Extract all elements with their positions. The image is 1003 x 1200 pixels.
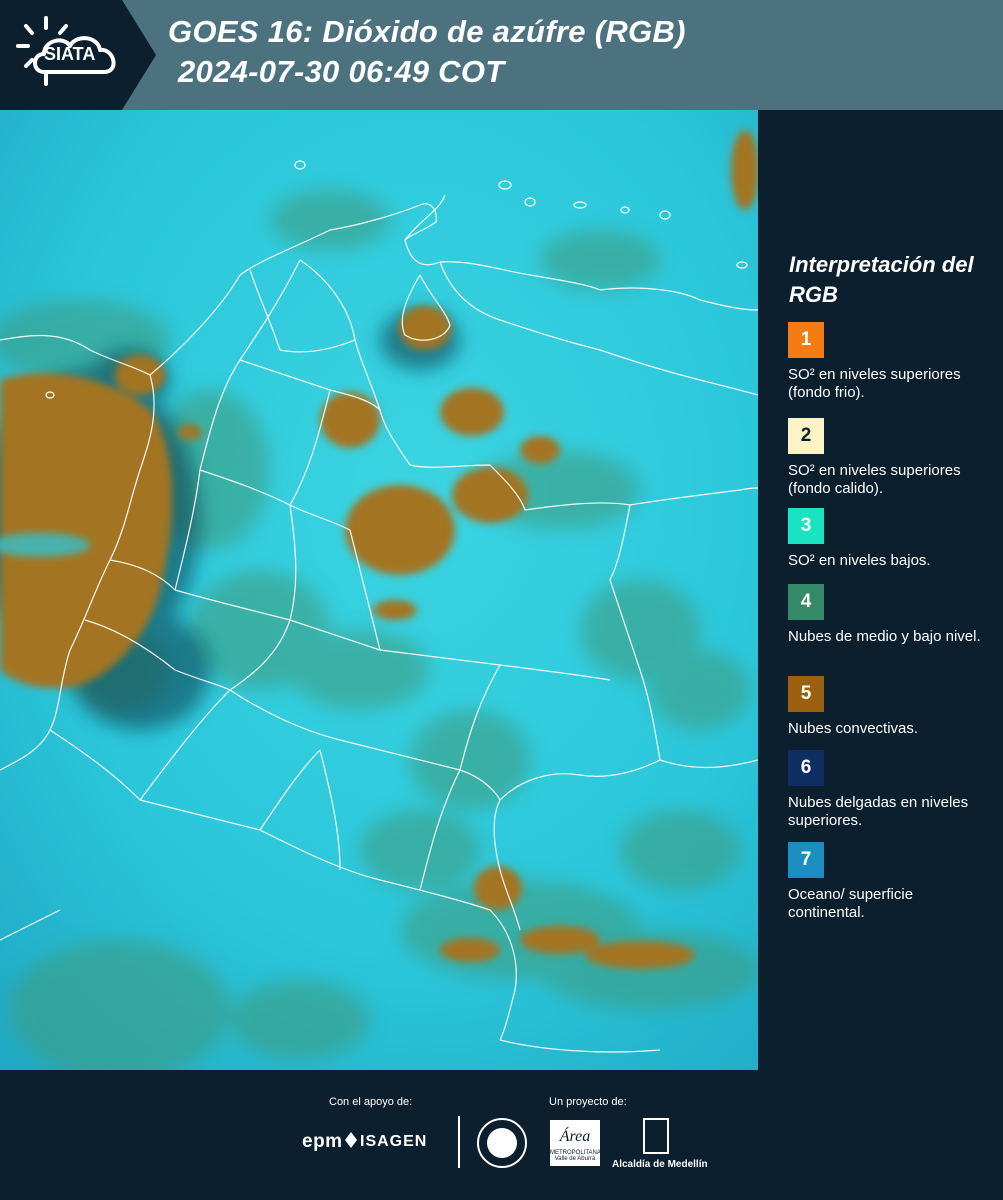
legend-panel: Interpretación del RGB 1 SO² en niveles … bbox=[760, 110, 1003, 1070]
isagen-logo: ISAGEN bbox=[360, 1133, 428, 1150]
epm-logo: epm bbox=[302, 1131, 343, 1152]
legend-swatch: 3 bbox=[788, 508, 824, 544]
page-timestamp: 2024-07-30 06:49 COT bbox=[178, 54, 505, 89]
legend-item-2: 2 SO² en niveles superiores (fondo calid… bbox=[788, 418, 988, 498]
area-logo-subtext: METROPOLITANA Valle de Aburrá bbox=[550, 1150, 601, 1162]
legend-swatch: 7 bbox=[788, 842, 824, 878]
legend-swatch: 4 bbox=[788, 584, 824, 620]
legend-title: Interpretación del RGB bbox=[789, 252, 974, 307]
legend-label: SO² en niveles superiores (fondo calido)… bbox=[788, 462, 961, 497]
legend-label: Nubes de medio y bajo nivel. bbox=[788, 628, 981, 645]
legend-swatch: 6 bbox=[788, 750, 824, 786]
alcaldia-logo-text: Alcaldía de Medellín bbox=[612, 1159, 708, 1170]
area-metropolitana-logo: Área METROPOLITANA Valle de Aburrá bbox=[550, 1120, 601, 1166]
legend-label: Nubes convectivas. bbox=[788, 720, 919, 737]
project-label: Un proyecto de: bbox=[549, 1096, 627, 1108]
legend-item-7: 7 Oceano/ superficie continental. bbox=[788, 842, 988, 922]
legend-label: SO² en niveles bajos. bbox=[788, 552, 931, 569]
isagen-icon bbox=[345, 1132, 357, 1148]
legend-item-4: 4 Nubes de medio y bajo nivel. bbox=[788, 584, 988, 646]
legend-swatch: 2 bbox=[788, 418, 824, 454]
legend-swatch: 1 bbox=[788, 322, 824, 358]
support-label: Con el apoyo de: bbox=[329, 1096, 413, 1108]
legend-item-3: 3 SO² en niveles bajos. bbox=[788, 508, 988, 570]
footer: Con el apoyo de: Un proyecto de: epm ISA… bbox=[0, 1070, 1003, 1200]
footer-divider bbox=[458, 1116, 460, 1168]
legend-label: SO² en niveles superiores (fondo frio). bbox=[788, 366, 961, 401]
legend-item-5: 5 Nubes convectivas. bbox=[788, 676, 988, 738]
header: SIATA GOES 16: Dióxido de azúfre (RGB) 2… bbox=[0, 0, 1003, 110]
satellite-map[interactable] bbox=[0, 110, 758, 1070]
area-logo-text: Área bbox=[559, 1128, 591, 1145]
page-title: GOES 16: Dióxido de azúfre (RGB) bbox=[168, 14, 686, 49]
legend-item-6: 6 Nubes delgadas en niveles superiores. bbox=[788, 750, 988, 830]
legend-swatch: 5 bbox=[788, 676, 824, 712]
legend-label: Oceano/ superficie continental. bbox=[788, 886, 914, 921]
medellin-seal-icon bbox=[477, 1118, 527, 1168]
legend-item-1: 1 SO² en niveles superiores (fondo frio)… bbox=[788, 322, 988, 402]
legend-label: Nubes delgadas en niveles superiores. bbox=[788, 794, 969, 829]
siata-logo-text: SIATA bbox=[44, 44, 96, 64]
alcaldia-shield-icon bbox=[643, 1118, 669, 1154]
